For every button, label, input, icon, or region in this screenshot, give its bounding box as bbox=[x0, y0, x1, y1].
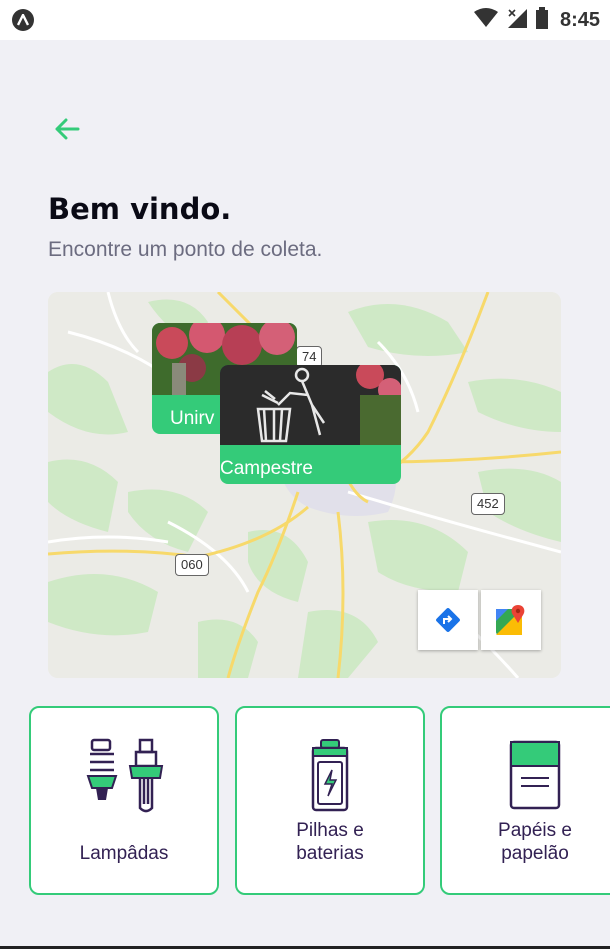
item-label: Papéis e papelão bbox=[498, 820, 572, 864]
item-label: Pilhas e baterias bbox=[296, 820, 364, 864]
directions-icon bbox=[436, 608, 460, 632]
wifi-icon bbox=[473, 7, 498, 33]
google-maps-icon bbox=[496, 605, 525, 635]
app-notification-icon bbox=[12, 9, 34, 31]
marker-photo bbox=[220, 365, 401, 445]
page-subtitle: Encontre um ponto de coleta. bbox=[48, 238, 323, 261]
battery-icon bbox=[311, 739, 349, 812]
map-marker-campestre[interactable]: Campestre bbox=[220, 365, 401, 484]
item-pilhas-baterias[interactable]: Pilhas e baterias bbox=[235, 706, 425, 895]
item-label: Lampâdas bbox=[79, 843, 169, 864]
status-time: 8:45 bbox=[559, 8, 600, 31]
item-lampadas[interactable]: Lampâdas bbox=[29, 706, 219, 895]
marker-label: Campestre bbox=[220, 458, 313, 479]
page-title: Bem vindo. bbox=[48, 192, 232, 226]
back-button[interactable] bbox=[50, 112, 84, 146]
road-shield-452: 452 bbox=[471, 493, 505, 515]
open-in-maps-button[interactable] bbox=[481, 590, 541, 650]
directions-button[interactable] bbox=[418, 590, 478, 650]
paper-icon bbox=[509, 740, 561, 810]
road-shield-060: 060 bbox=[175, 554, 209, 576]
signal-icon bbox=[506, 7, 528, 34]
lamp-icon bbox=[86, 738, 164, 813]
arrow-left-icon bbox=[55, 118, 80, 140]
item-papeis-papelao[interactable]: Papéis e papelão bbox=[440, 706, 610, 895]
battery-status-icon bbox=[535, 6, 548, 34]
status-bar: 8:45 bbox=[0, 0, 610, 40]
